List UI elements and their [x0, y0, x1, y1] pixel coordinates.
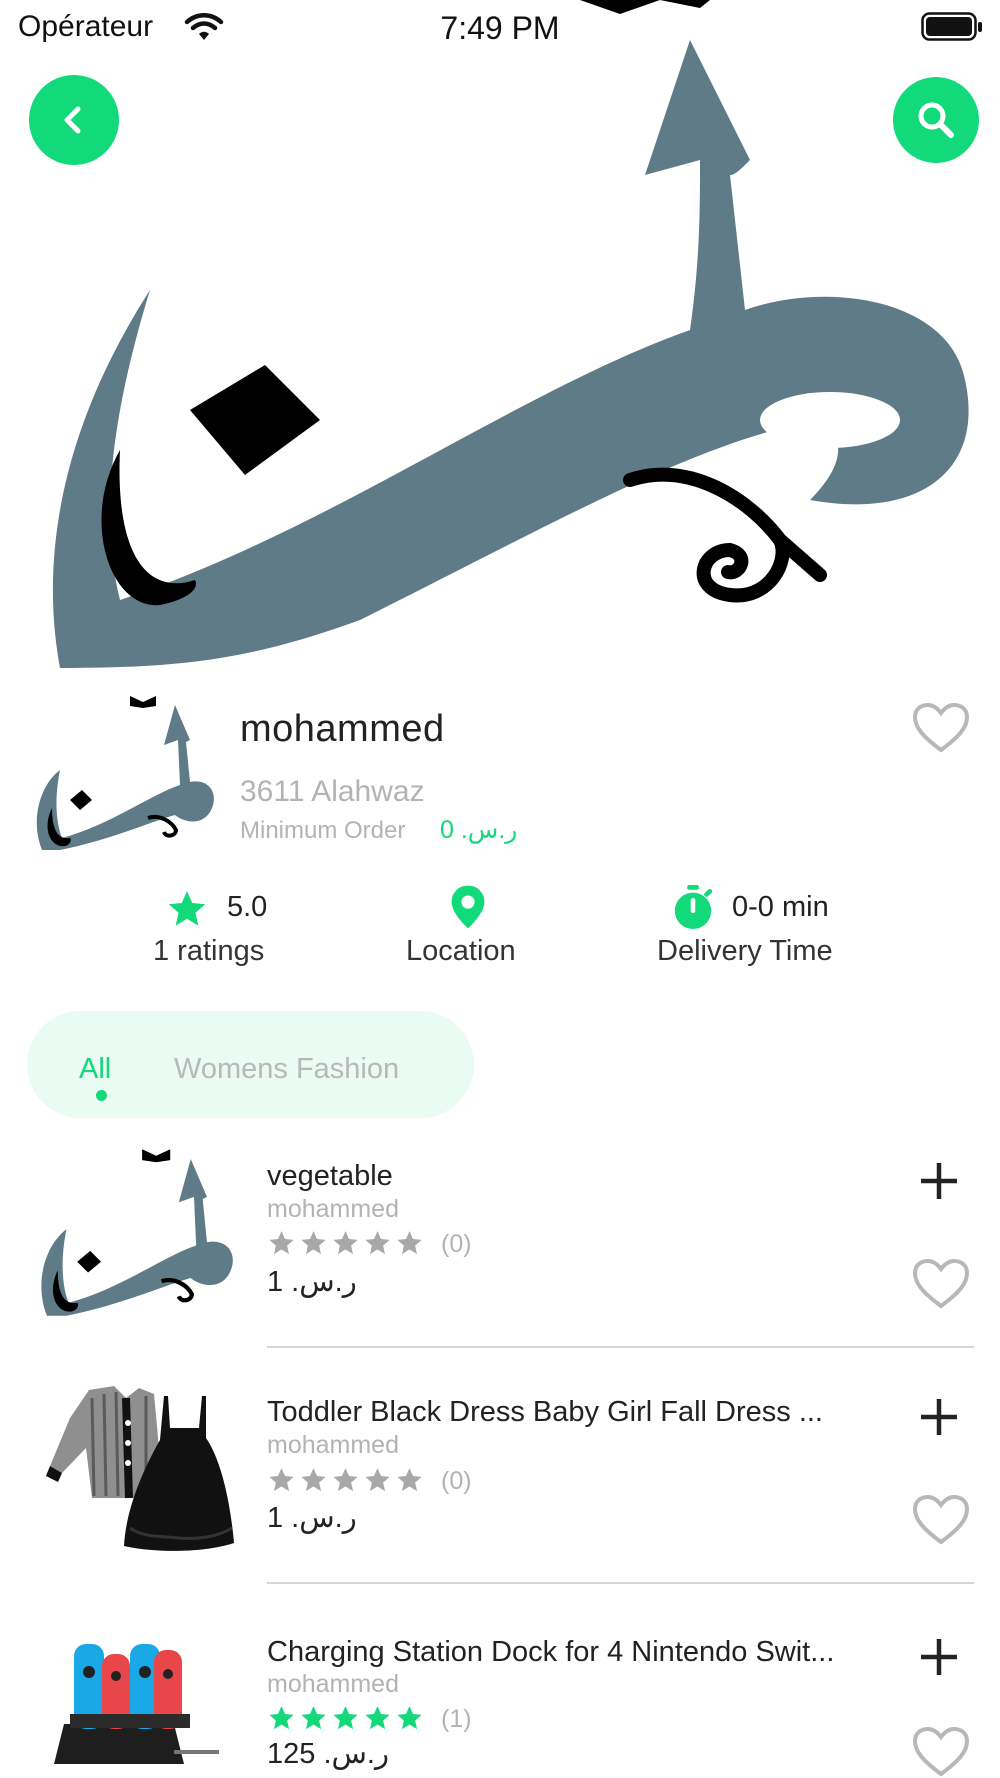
star-icon: [397, 1706, 422, 1730]
delivery-time-value: 0-0 min: [732, 891, 829, 923]
star-icon: [365, 1231, 390, 1255]
product-item[interactable]: Charging Station Dock for 4 Nintendo Swi…: [0, 1614, 1000, 1778]
location-label[interactable]: Location: [406, 935, 516, 968]
product-item[interactable]: vegetable mohammed (0) 1 .ر.س: [0, 1140, 1000, 1376]
rating-stars: [267, 1466, 424, 1494]
store-address: 3611 Alahwaz: [240, 775, 425, 808]
star-icon: [333, 1231, 358, 1255]
divider: [267, 1582, 974, 1584]
store-logo: [30, 690, 215, 855]
rating-stars: [267, 1704, 424, 1732]
plus-icon: [921, 1399, 957, 1435]
favorite-button[interactable]: [912, 1494, 970, 1546]
product-seller: mohammed: [267, 1431, 399, 1459]
star-icon: [397, 1468, 422, 1492]
star-icon: [301, 1468, 326, 1492]
product-seller: mohammed: [267, 1195, 399, 1223]
product-image: [34, 1142, 234, 1322]
star-icon: [397, 1231, 422, 1255]
star-icon: [269, 1468, 294, 1492]
add-to-cart-button[interactable]: [918, 1396, 960, 1438]
rating-count: (0): [441, 1467, 472, 1495]
rating-stars: [267, 1229, 424, 1257]
location-button[interactable]: [448, 884, 488, 935]
product-item[interactable]: Toddler Black Dress Baby Girl Fall Dress…: [0, 1378, 1000, 1614]
plus-icon: [921, 1163, 957, 1199]
add-to-cart-button[interactable]: [918, 1160, 960, 1202]
product-price: 125 .ر.س: [267, 1738, 389, 1770]
product-seller: mohammed: [267, 1670, 399, 1698]
search-icon: [918, 102, 954, 138]
product-price: 1 .ر.س: [267, 1266, 357, 1298]
heart-outline-icon: [912, 1726, 970, 1777]
product-name: vegetable: [267, 1160, 393, 1192]
tab-selected-indicator: [96, 1090, 107, 1101]
divider: [267, 1346, 974, 1348]
battery-icon: [921, 12, 983, 42]
min-order-value: 0 .ر.س: [440, 816, 518, 844]
star-icon: [301, 1706, 326, 1730]
location-pin-icon: [451, 885, 485, 929]
rating-count: (1): [441, 1705, 472, 1733]
heart-outline-icon: [912, 1494, 970, 1545]
star-icon: [333, 1468, 358, 1492]
star-icon: [269, 1706, 294, 1730]
product-image: [34, 1378, 234, 1558]
plus-icon: [921, 1639, 957, 1675]
tab-all[interactable]: All: [79, 1053, 111, 1086]
back-button[interactable]: [29, 75, 119, 165]
tab-womens-fashion[interactable]: Womens Fashion: [174, 1053, 399, 1086]
store-name: mohammed: [240, 708, 445, 750]
star-icon: [269, 1231, 294, 1255]
search-button[interactable]: [893, 77, 979, 163]
store-cover-image: [0, 0, 1000, 668]
product-name: Charging Station Dock for 4 Nintendo Swi…: [267, 1636, 835, 1668]
star-icon: [301, 1231, 326, 1255]
rating-count: (0): [441, 1230, 472, 1258]
status-bar: Opérateur 7:49 PM: [0, 0, 1000, 56]
star-icon: [333, 1706, 358, 1730]
add-to-cart-button[interactable]: [918, 1636, 960, 1678]
star-icon: [168, 891, 206, 926]
favorite-button[interactable]: [912, 1726, 970, 1778]
clock: 7:49 PM: [440, 10, 560, 46]
star-icon: [365, 1706, 390, 1730]
product-price: 1 .ر.س: [267, 1502, 357, 1534]
store-favorite-button[interactable]: [912, 702, 970, 754]
min-order-label: Minimum Order: [240, 817, 406, 844]
favorite-button[interactable]: [912, 1258, 970, 1310]
product-name: Toddler Black Dress Baby Girl Fall Dress…: [267, 1396, 823, 1428]
product-image: [34, 1614, 234, 1778]
heart-outline-icon: [912, 702, 970, 753]
category-tabs: All Womens Fashion: [27, 1011, 474, 1118]
rating-value: 5.0: [227, 891, 268, 923]
timer-icon: [674, 884, 713, 930]
chevron-left-icon: [64, 106, 81, 134]
heart-outline-icon: [912, 1258, 970, 1309]
star-icon: [365, 1468, 390, 1492]
rating-count-label: 1 ratings: [153, 935, 265, 967]
delivery-time-label: Delivery Time: [657, 935, 833, 967]
